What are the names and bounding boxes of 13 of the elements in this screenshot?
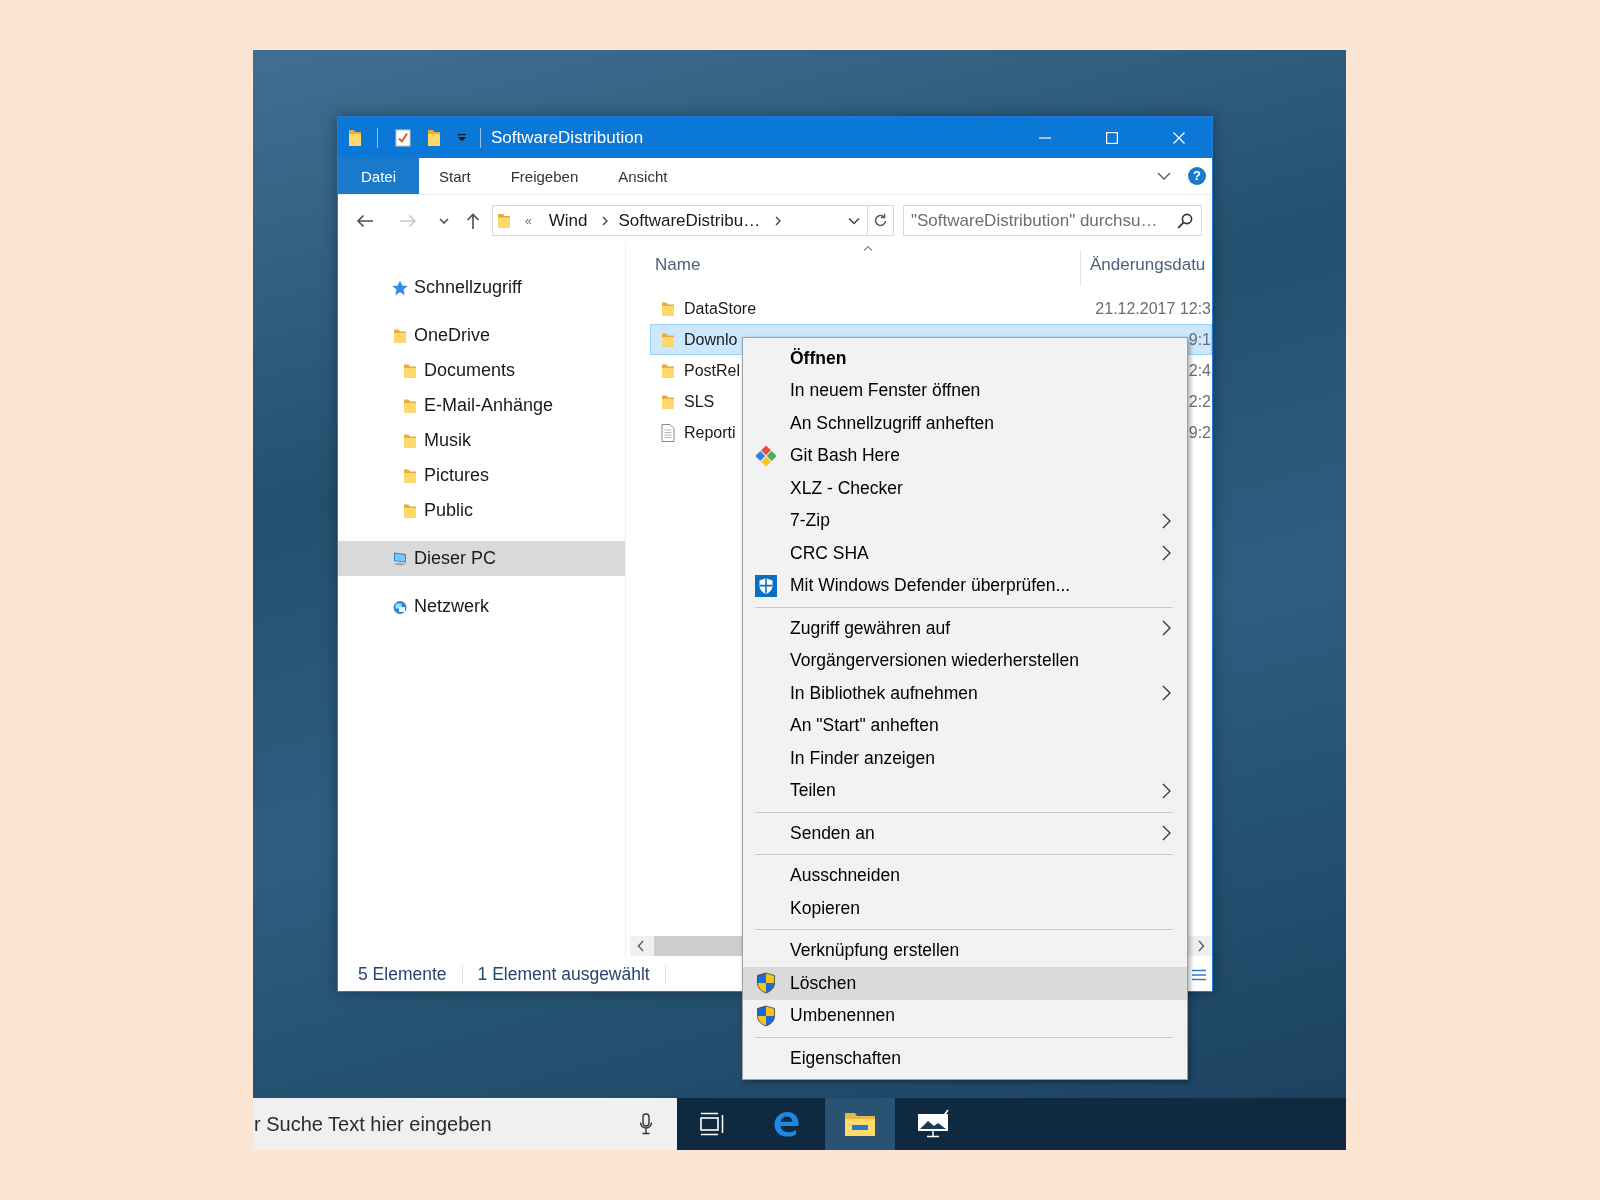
file-date: 9:1 — [1188, 330, 1211, 349]
file-date: 9:2 — [1188, 423, 1211, 442]
file-name: PostRel — [684, 361, 741, 380]
window-title: SoftwareDistribution — [491, 127, 644, 148]
status-text: 1 Element ausgewählt — [477, 964, 650, 985]
file-date: 2:2 — [1188, 392, 1211, 411]
file-name: DataStore — [684, 299, 757, 318]
file-date: 21.12.2017 12:3 — [1095, 299, 1211, 318]
file-name: Downlo — [684, 330, 738, 349]
status-text: 5 Elemente — [358, 964, 447, 985]
file-name: Reporti — [684, 423, 736, 442]
file-date: 2:4 — [1188, 361, 1211, 380]
file-name: SLS — [684, 392, 715, 411]
